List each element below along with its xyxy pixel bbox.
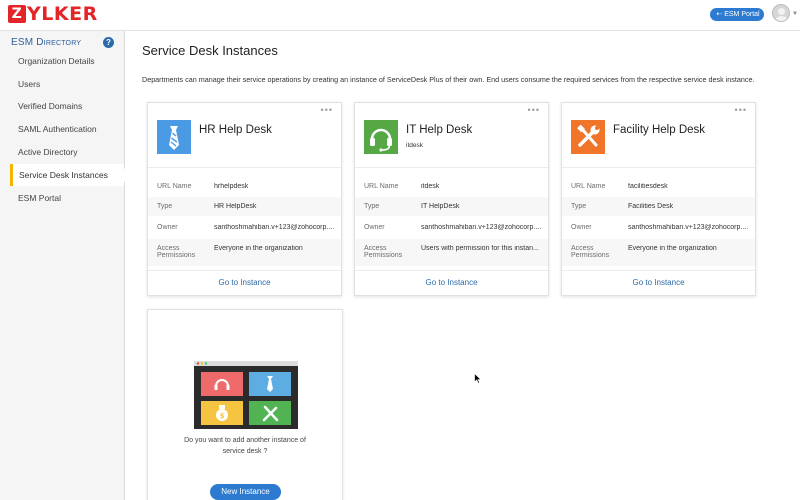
sidebar-item-service-desk-instances[interactable]: Service Desk Instances: [10, 164, 125, 186]
sidebar-item-label: ESM Portal: [18, 193, 61, 203]
sidebar-item-verified-domains[interactable]: Verified Domains: [10, 95, 124, 117]
go-to-instance-link[interactable]: Go to Instance: [355, 270, 548, 295]
more-options-icon[interactable]: •••: [321, 105, 333, 115]
esm-portal-button[interactable]: ⇠ ESM Portal: [710, 8, 764, 21]
sidebar-item-active-directory[interactable]: Active Directory: [10, 141, 124, 163]
instance-card-hr: ••• HR Help Desk URL Name hrhelpdesk Typ…: [147, 102, 342, 296]
sidebar-item-saml-authentication[interactable]: SAML Authentication: [10, 118, 124, 140]
top-bar: Z YLKER ⇠ ESM Portal ▼: [0, 0, 800, 31]
card-title: HR Help Desk: [199, 124, 272, 136]
more-options-icon[interactable]: •••: [735, 105, 747, 115]
sidebar-item-esm-portal[interactable]: ESM Portal: [10, 187, 124, 209]
sidebar-item-label: Users: [18, 79, 41, 89]
service-desk-illustration: $: [194, 361, 298, 429]
instance-card-it: ••• IT Help Desk itdesk URL Name itdesk …: [354, 102, 549, 296]
help-icon[interactable]: ?: [103, 37, 114, 48]
arrow-left-icon: ⇠: [716, 11, 723, 18]
svg-text:$: $: [220, 412, 225, 420]
zylker-logo[interactable]: Z YLKER: [8, 3, 98, 25]
sidebar-item-label: Organization Details: [18, 56, 95, 66]
card-subtitle: itdesk: [406, 142, 423, 149]
card-title: Facility Help Desk: [613, 124, 706, 136]
logo-text: YLKER: [27, 3, 98, 25]
sidebar-title: ESM Directory: [11, 37, 82, 48]
esm-portal-button-label: ESM Portal: [724, 11, 760, 18]
new-instance-button[interactable]: New Instance: [210, 484, 281, 500]
sidebar-item-label: Service Desk Instances: [19, 170, 108, 180]
tools-icon: [571, 120, 605, 154]
new-instance-card: $ Do you want to add another instance of…: [147, 309, 343, 500]
headset-icon: [364, 120, 398, 154]
page-title: Service Desk Instances: [142, 43, 278, 58]
page-description: Departments can manage their service ope…: [142, 75, 755, 84]
sidebar-item-label: SAML Authentication: [18, 124, 97, 134]
sidebar-item-label: Verified Domains: [18, 101, 83, 111]
go-to-instance-link[interactable]: Go to Instance: [562, 270, 755, 295]
sidebar-item-label: Active Directory: [18, 147, 78, 157]
more-options-icon[interactable]: •••: [528, 105, 540, 115]
tie-icon: [157, 120, 191, 154]
sidebar-item-users[interactable]: Users: [10, 73, 124, 95]
card-title: IT Help Desk: [406, 124, 473, 136]
chevron-down-icon[interactable]: ▼: [792, 11, 798, 17]
mouse-cursor-icon: [474, 373, 482, 384]
sidebar-item-organization-details[interactable]: Organization Details: [10, 50, 124, 72]
avatar[interactable]: [772, 4, 790, 22]
instance-card-facility: ••• Facility Help Desk URL Name faciliti…: [561, 102, 756, 296]
sidebar: ESM Directory ? Organization Details Use…: [0, 31, 125, 500]
go-to-instance-link[interactable]: Go to Instance: [148, 270, 341, 295]
new-instance-prompt: Do you want to add another instance of s…: [184, 437, 306, 455]
